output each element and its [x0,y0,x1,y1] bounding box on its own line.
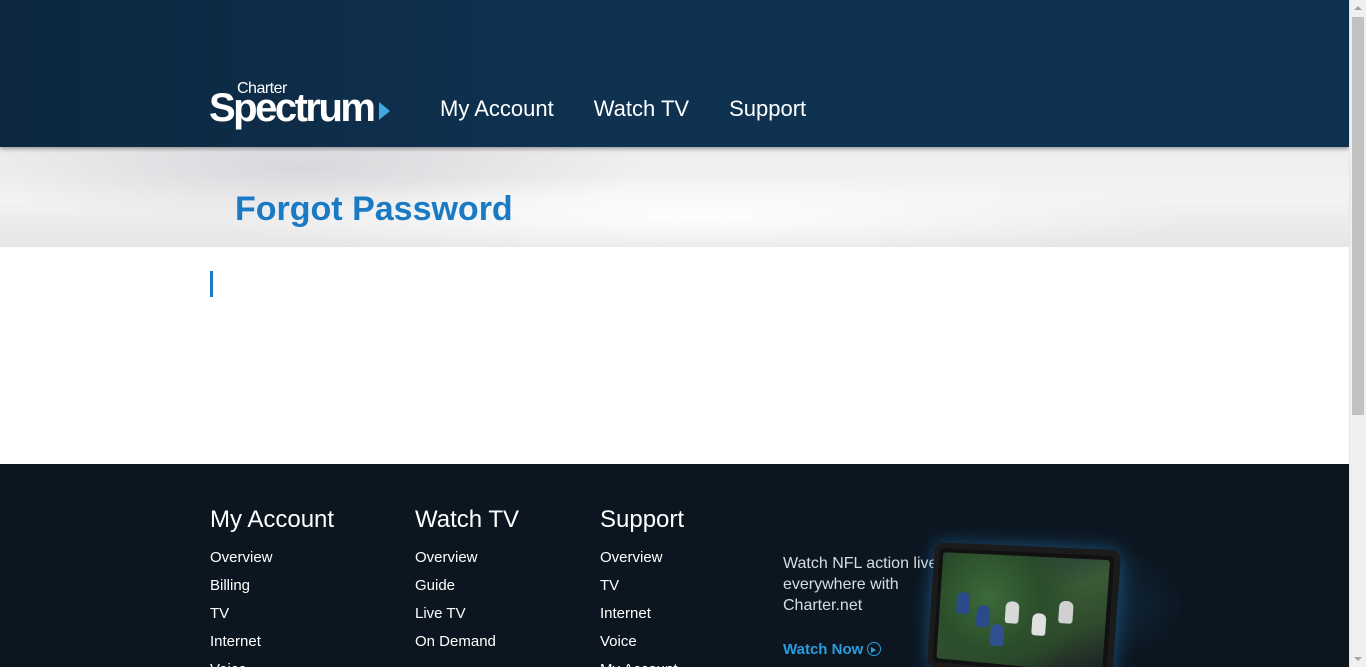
vertical-scrollbar[interactable] [1349,0,1366,667]
main-content [0,247,1349,464]
page: Charter Spectrum My Account Watch TV Sup… [0,0,1349,667]
footer-link-internet[interactable]: Internet [600,600,684,628]
watch-now-link[interactable]: Watch Now [783,641,882,658]
nav-support[interactable]: Support [729,96,806,122]
promo-text: Watch NFL action live, everywhere with C… [783,555,942,614]
player-figure [1058,600,1074,624]
footer-link-overview[interactable]: Overview [600,544,684,572]
tablet-image [926,542,1122,667]
footer-column-title: My Account [210,506,335,533]
footer-link-my-account[interactable]: My Account [600,656,684,667]
site-header: Charter Spectrum My Account Watch TV Sup… [0,0,1349,147]
footer-link-overview[interactable]: Overview [415,544,519,572]
nfl-promo: Watch NFL action live, everywhere with C… [765,524,1185,667]
football-game-image [936,552,1111,667]
scroll-up-arrow-icon[interactable] [1350,0,1366,17]
loading-indicator [210,271,213,297]
page-title-band: Forgot Password [0,147,1349,247]
footer-link-live-tv[interactable]: Live TV [415,600,519,628]
footer-column-title: Watch TV [415,506,520,533]
footer-link-tv[interactable]: TV [210,600,334,628]
arrow-circle-icon [867,642,882,656]
footer-column-watch-tv: Watch TV Overview Guide Live TV On Deman… [415,506,519,656]
watch-now-label: Watch Now [783,641,864,658]
footer-column-my-account: My Account Overview Billing TV Internet … [210,506,334,667]
player-figure [1031,612,1047,637]
player-figure [955,591,971,615]
footer-link-voice[interactable]: Voice [600,628,684,656]
footer-link-billing[interactable]: Billing [210,572,334,600]
player-figure [989,623,1005,647]
nav-watch-tv[interactable]: Watch TV [594,96,689,122]
footer-link-voice[interactable]: Voice [210,656,334,667]
logo-arrow-icon [379,102,390,120]
footer-link-on-demand[interactable]: On Demand [415,628,519,656]
page-title: Forgot Password [235,190,513,228]
player-figure [975,604,991,628]
player-figure [1004,601,1020,624]
scrollbar-thumb[interactable] [1352,17,1364,415]
footer-link-overview[interactable]: Overview [210,544,334,572]
footer-column-title: Support [600,506,685,533]
logo-spectrum-text: Spectrum [209,86,376,130]
spectrum-logo[interactable]: Charter Spectrum [209,80,394,132]
footer-link-internet[interactable]: Internet [210,628,334,656]
scroll-down-arrow-icon[interactable] [1350,650,1366,667]
nav-my-account[interactable]: My Account [440,96,554,122]
site-footer: My Account Overview Billing TV Internet … [0,464,1349,667]
footer-link-tv[interactable]: TV [600,572,684,600]
footer-link-guide[interactable]: Guide [415,572,519,600]
main-nav: My Account Watch TV Support [440,96,846,122]
footer-column-support: Support Overview TV Internet Voice My Ac… [600,506,684,667]
